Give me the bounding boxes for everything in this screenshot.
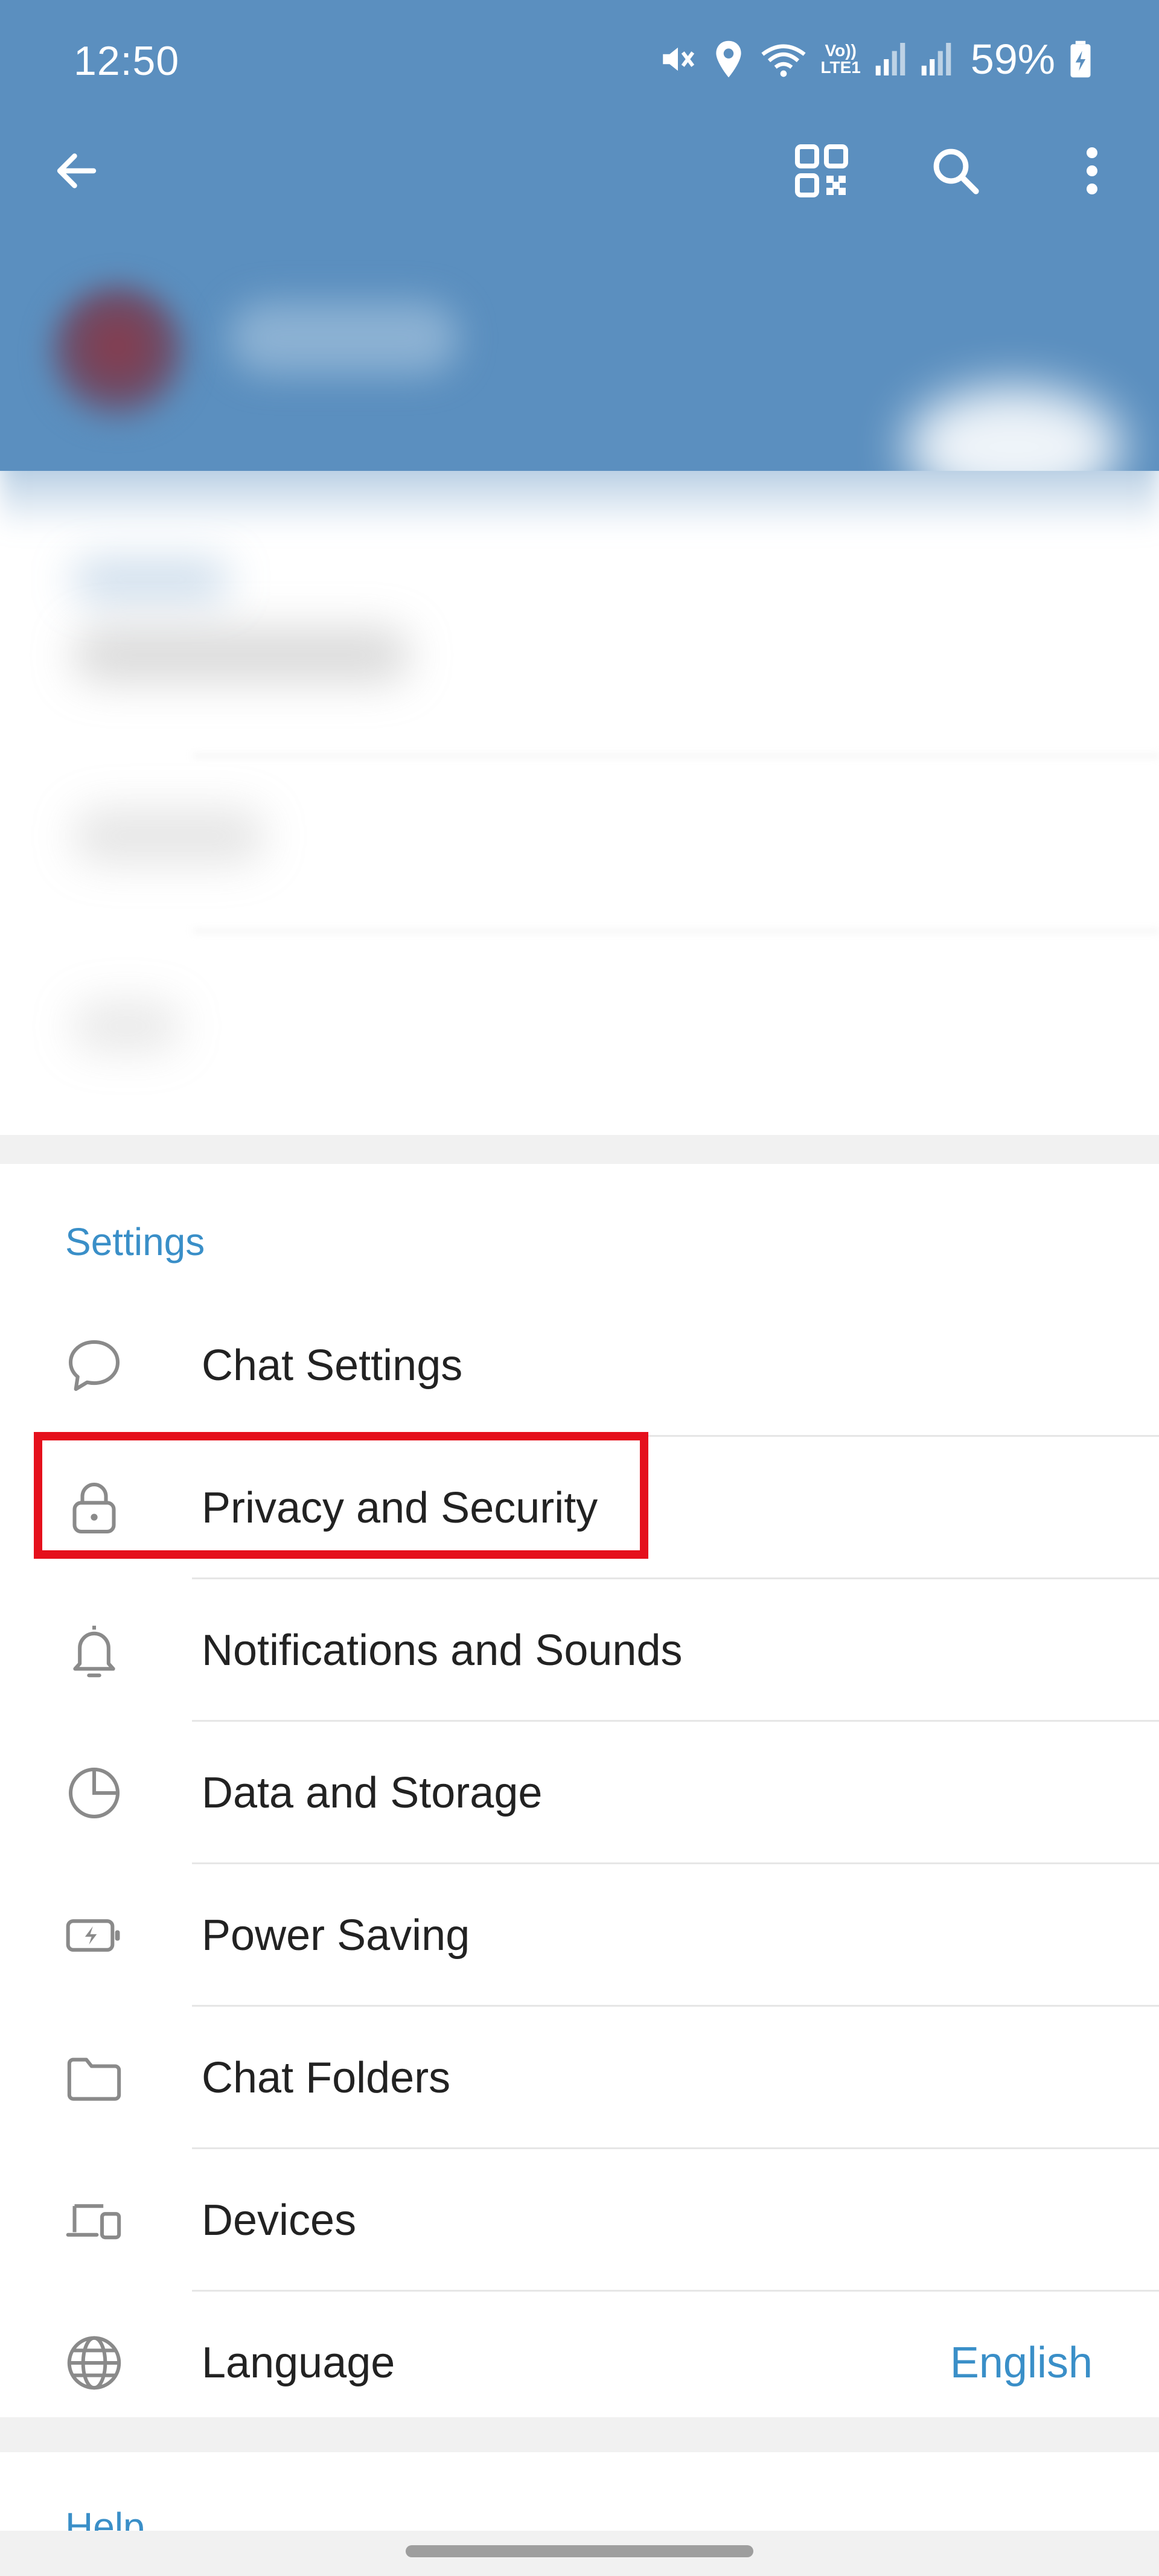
home-gesture-handle[interactable] — [406, 2545, 753, 2557]
settings-item-chat-folders[interactable]: Chat Folders — [0, 2007, 1159, 2149]
settings-item-notifications-and-sounds[interactable]: Notifications and Sounds — [0, 1579, 1159, 1722]
search-icon — [928, 144, 983, 201]
location-icon — [711, 39, 746, 79]
settings-item-label: Notifications and Sounds — [202, 1626, 683, 1675]
status-icons: Vo)) LTE1 59% — [658, 35, 1093, 83]
signal-icon — [920, 41, 953, 77]
avatar — [48, 284, 187, 423]
devices-icon — [60, 2187, 128, 2254]
volte-icon: Vo)) LTE1 — [821, 42, 861, 76]
settings-item-privacy-and-security[interactable]: Privacy and Security — [0, 1437, 1159, 1579]
back-button[interactable] — [31, 127, 122, 217]
settings-item-label: Privacy and Security — [202, 1484, 598, 1532]
phone-number-blurred — [72, 628, 410, 682]
telegram-settings-screen: 12:50 Vo)) LTE1 59% Settings Chat Settin… — [0, 0, 1159, 2576]
battery-percent: 59% — [970, 36, 1055, 83]
toolbar — [0, 127, 1159, 217]
more-vertical-icon — [1083, 144, 1101, 201]
settings-item-label: Devices — [202, 2196, 357, 2245]
settings-item-devices[interactable]: Devices — [0, 2149, 1159, 2292]
wifi-icon — [759, 39, 808, 79]
settings-item-label: Language — [202, 2339, 395, 2387]
settings-item-label: Chat Settings — [202, 1341, 463, 1390]
language-value: English — [950, 2339, 1093, 2387]
qr-code-icon — [793, 142, 851, 203]
lock-icon — [60, 1474, 128, 1542]
pie-chart-icon — [60, 1759, 128, 1827]
search-button[interactable] — [910, 127, 1001, 217]
settings-item-label: Data and Storage — [202, 1769, 543, 1817]
chat-bubble-icon — [60, 1332, 128, 1399]
more-options-button[interactable] — [1047, 127, 1137, 217]
navigation-bar — [0, 2531, 1159, 2576]
mute-icon — [658, 39, 698, 79]
status-bar: 12:50 Vo)) LTE1 59% — [0, 0, 1159, 127]
signal-icon — [874, 41, 907, 77]
bell-icon — [60, 1617, 128, 1684]
username-blurred — [72, 809, 266, 863]
volte-label: Vo)) — [825, 41, 857, 60]
settings-item-data-and-storage[interactable]: Data and Storage — [0, 1722, 1159, 1864]
settings-item-label: Chat Folders — [202, 2054, 451, 2102]
profile-header: 12:50 Vo)) LTE1 59% — [0, 0, 1159, 483]
profile-decoration — [905, 386, 1123, 483]
settings-item-chat-settings[interactable]: Chat Settings — [0, 1294, 1159, 1437]
bio-blurred — [72, 1002, 181, 1050]
settings-item-label: Power Saving — [202, 1911, 470, 1960]
profile-info-blurred — [0, 217, 1159, 483]
account-info-card — [0, 471, 1159, 1135]
settings-section: Settings Chat Settings Privacy and Secur… — [0, 1164, 1159, 2417]
arrow-left-icon — [51, 145, 102, 199]
settings-item-language[interactable]: Language English — [0, 2292, 1159, 2434]
globe-icon — [60, 2329, 128, 2397]
divider — [193, 930, 1159, 932]
help-section: Help — [0, 2452, 1159, 2531]
settings-item-power-saving[interactable]: Power Saving — [0, 1864, 1159, 2007]
lte-label: LTE1 — [820, 58, 861, 77]
account-section-title-blurred — [72, 561, 229, 598]
header-fade — [0, 471, 1159, 531]
profile-name-blurred — [229, 302, 459, 374]
qr-code-button[interactable] — [776, 127, 867, 217]
settings-section-header: Settings — [65, 1220, 205, 1264]
battery-charging-icon — [1068, 39, 1093, 79]
battery-bolt-icon — [60, 1902, 128, 1969]
status-time: 12:50 — [74, 38, 180, 84]
settings-list: Chat Settings Privacy and Security Notif… — [0, 1294, 1159, 2434]
divider — [193, 755, 1159, 757]
help-section-header: Help — [65, 2505, 145, 2531]
folder-icon — [60, 2044, 128, 2112]
